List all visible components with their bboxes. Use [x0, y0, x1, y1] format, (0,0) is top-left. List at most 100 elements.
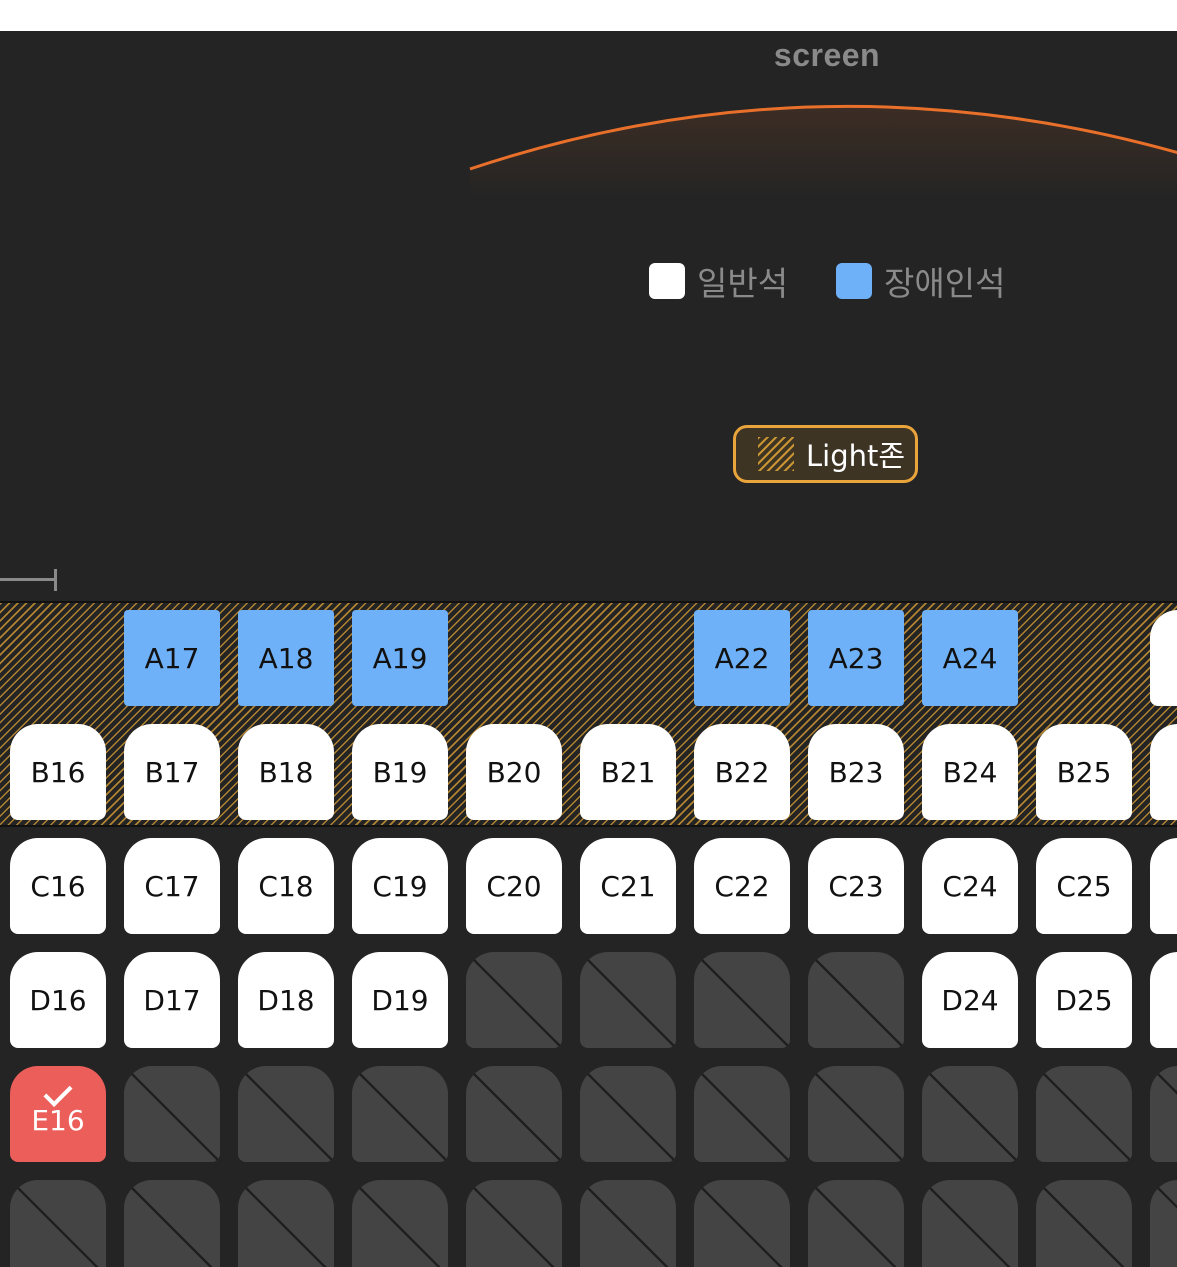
seat-unavailable [466, 1180, 562, 1267]
seat[interactable]: E16 [10, 1066, 106, 1162]
seat[interactable]: D18 [238, 952, 334, 1048]
seat[interactable]: A23 [808, 610, 904, 706]
zoom-scale-line [0, 578, 56, 581]
seat-unavailable [124, 1180, 220, 1267]
light-zone-badge: Light존 [733, 425, 918, 483]
seat-label: C18 [258, 869, 314, 903]
seat-unavailable [808, 1066, 904, 1162]
seat-unavailable [1150, 1180, 1177, 1267]
seat-label: C17 [144, 869, 200, 903]
zoom-scale-indicator[interactable] [0, 569, 58, 593]
seat-label: C23 [828, 869, 884, 903]
seat-unavailable [580, 1066, 676, 1162]
seat[interactable]: B23 [808, 724, 904, 820]
seat-unavailable [580, 1180, 676, 1267]
seat[interactable]: D16 [10, 952, 106, 1048]
seat[interactable]: C21 [580, 838, 676, 934]
seat[interactable]: D17 [124, 952, 220, 1048]
screen-label: screen [773, 37, 881, 73]
seat[interactable]: C20 [466, 838, 562, 934]
seat[interactable]: A [1150, 610, 1177, 706]
seat[interactable]: C22 [694, 838, 790, 934]
seat-label: C20 [486, 869, 542, 903]
seat[interactable]: C24 [922, 838, 1018, 934]
seat[interactable]: D24 [922, 952, 1018, 1048]
seat[interactable]: B25 [1036, 724, 1132, 820]
seat[interactable]: B20 [466, 724, 562, 820]
seat-unavailable [466, 1066, 562, 1162]
seat[interactable]: C17 [124, 838, 220, 934]
seat-unavailable [694, 952, 790, 1048]
legend-label-normal: 일반석 [697, 264, 789, 303]
seat[interactable]: C16 [10, 838, 106, 934]
legend-item-normal: 일반석 [649, 259, 788, 303]
seat[interactable]: B24 [922, 724, 1018, 820]
seat-label: C16 [30, 869, 86, 903]
light-zone-stripe-icon [758, 437, 794, 471]
seat[interactable]: A17 [124, 610, 220, 706]
legend-swatch-disabled-access [836, 263, 872, 299]
seat-label: A24 [942, 641, 998, 675]
seat-unavailable [922, 1066, 1018, 1162]
seat[interactable]: B22 [694, 724, 790, 820]
seat-map-panel[interactable]: screen 일반석 장애인석 Light존 A17 A18 A19 A22 A23 A2… [0, 31, 1177, 1267]
seat-label: C24 [942, 869, 998, 903]
seat[interactable]: C18 [238, 838, 334, 934]
screen-arc [469, 104, 1177, 199]
seat-label: B20 [486, 755, 542, 789]
seat-unavailable [124, 1066, 220, 1162]
seat-unavailable [808, 952, 904, 1048]
seat-unavailable [1150, 1066, 1177, 1162]
seat-unavailable [238, 1180, 334, 1267]
seat[interactable]: A24 [922, 610, 1018, 706]
seat[interactable]: C19 [352, 838, 448, 934]
seat-unavailable [238, 1066, 334, 1162]
seat[interactable]: B [1150, 724, 1177, 820]
seat-label: D18 [257, 983, 315, 1017]
seat[interactable]: B18 [238, 724, 334, 820]
seat-label: B25 [1056, 755, 1112, 789]
seat-unavailable [922, 1180, 1018, 1267]
seat-label: C19 [372, 869, 428, 903]
seat-label: A22 [714, 641, 770, 675]
seat-label: B19 [372, 755, 428, 789]
seat-unavailable [808, 1180, 904, 1267]
seat-label: D16 [29, 983, 87, 1017]
seat-unavailable [352, 1180, 448, 1267]
check-icon [43, 1078, 73, 1107]
seat-label: A23 [828, 641, 884, 675]
seat-label: C22 [714, 869, 770, 903]
seat-label: B18 [258, 755, 314, 789]
seat[interactable]: C25 [1036, 838, 1132, 934]
legend-label-disabled-access: 장애인석 [884, 264, 1006, 303]
seat-label: D17 [143, 983, 201, 1017]
seat-label: D24 [941, 983, 999, 1017]
seat-label: C21 [600, 869, 656, 903]
seat[interactable]: B17 [124, 724, 220, 820]
seat-label: B16 [30, 755, 86, 789]
seat[interactable]: A18 [238, 610, 334, 706]
seat-label: A19 [372, 641, 428, 675]
seat-label: C25 [1056, 869, 1112, 903]
legend-item-disabled-access: 장애인석 [836, 259, 1005, 303]
seat[interactable]: A22 [694, 610, 790, 706]
seat-label: D19 [371, 983, 429, 1017]
seat[interactable]: B21 [580, 724, 676, 820]
seat-unavailable [1036, 1180, 1132, 1267]
seat[interactable]: B19 [352, 724, 448, 820]
seat[interactable]: A19 [352, 610, 448, 706]
seat-label: B24 [942, 755, 998, 789]
seat[interactable]: D19 [352, 952, 448, 1048]
seat-label: B17 [144, 755, 200, 789]
seat-label: D25 [1055, 983, 1113, 1017]
seat-unavailable [466, 952, 562, 1048]
seat[interactable]: C [1150, 838, 1177, 934]
seat-unavailable [694, 1066, 790, 1162]
seat[interactable]: D25 [1036, 952, 1132, 1048]
seat[interactable]: C23 [808, 838, 904, 934]
seat[interactable]: B16 [10, 724, 106, 820]
seat-label: B22 [714, 755, 770, 789]
seat-unavailable [694, 1180, 790, 1267]
seat[interactable]: D [1150, 952, 1177, 1048]
zoom-scale-tick [54, 569, 57, 591]
